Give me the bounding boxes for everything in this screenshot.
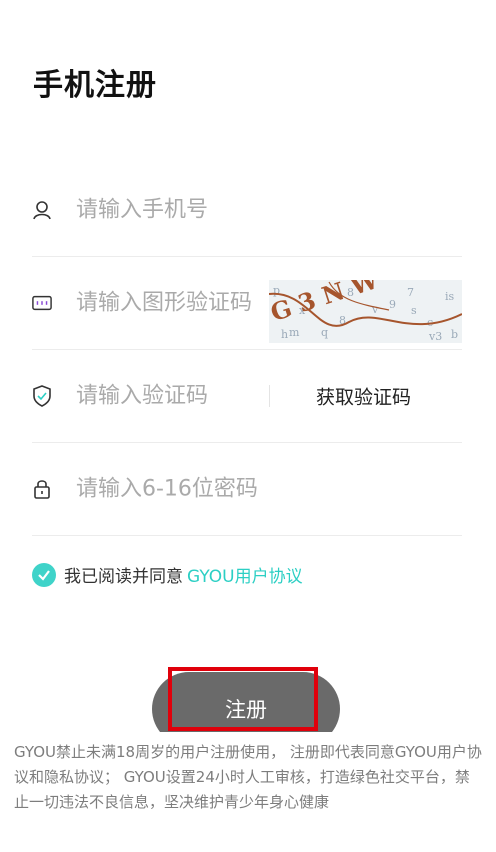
captcha-text: G 3 N W: [269, 280, 383, 327]
user-icon: [32, 200, 52, 220]
agreement: 我已阅读并同意 GYOU用户协议: [32, 562, 303, 587]
shield-icon: [32, 385, 52, 407]
captcha-row: px8 v7c hmq 8v3is 9bs G 3 N W: [32, 257, 462, 350]
password-row: [32, 443, 462, 536]
svg-text:b: b: [451, 328, 458, 341]
agreement-link[interactable]: GYOU用户协议: [187, 562, 303, 587]
register-button-container: 注册: [152, 672, 340, 732]
svg-text:7: 7: [407, 286, 414, 299]
password-input[interactable]: [76, 476, 306, 502]
svg-text:9: 9: [389, 298, 396, 311]
disclaimer-text: GYOU禁止未满18周岁的用户注册使用， 注册即代表同意GYOU用户协议和隐私协…: [14, 743, 482, 811]
captcha-image[interactable]: px8 v7c hmq 8 v3 is 9bs G 3 N W: [269, 280, 462, 343]
svg-text:s: s: [411, 304, 417, 317]
page-title: 手机注册: [33, 68, 157, 103]
agree-checkbox[interactable]: [32, 562, 56, 587]
svg-text:h: h: [281, 328, 288, 341]
phone-row: [32, 164, 462, 257]
svg-text:v3: v3: [428, 330, 442, 343]
get-code-button[interactable]: 获取验证码: [316, 383, 411, 410]
captcha-input[interactable]: [76, 290, 261, 316]
svg-text:q: q: [321, 326, 328, 339]
sms-code-row: 获取验证码: [32, 350, 462, 443]
register-button[interactable]: 注册: [152, 672, 340, 732]
svg-text:is: is: [445, 290, 455, 303]
agreement-text: 我已阅读并同意: [64, 567, 183, 587]
svg-text:v: v: [371, 303, 379, 316]
keyboard-icon: [32, 293, 52, 313]
divider: [269, 385, 270, 407]
sms-code-input[interactable]: [76, 383, 246, 409]
phone-input[interactable]: [76, 197, 276, 223]
svg-text:m: m: [289, 326, 300, 339]
lock-icon: [32, 479, 52, 499]
check-icon: [38, 569, 50, 581]
